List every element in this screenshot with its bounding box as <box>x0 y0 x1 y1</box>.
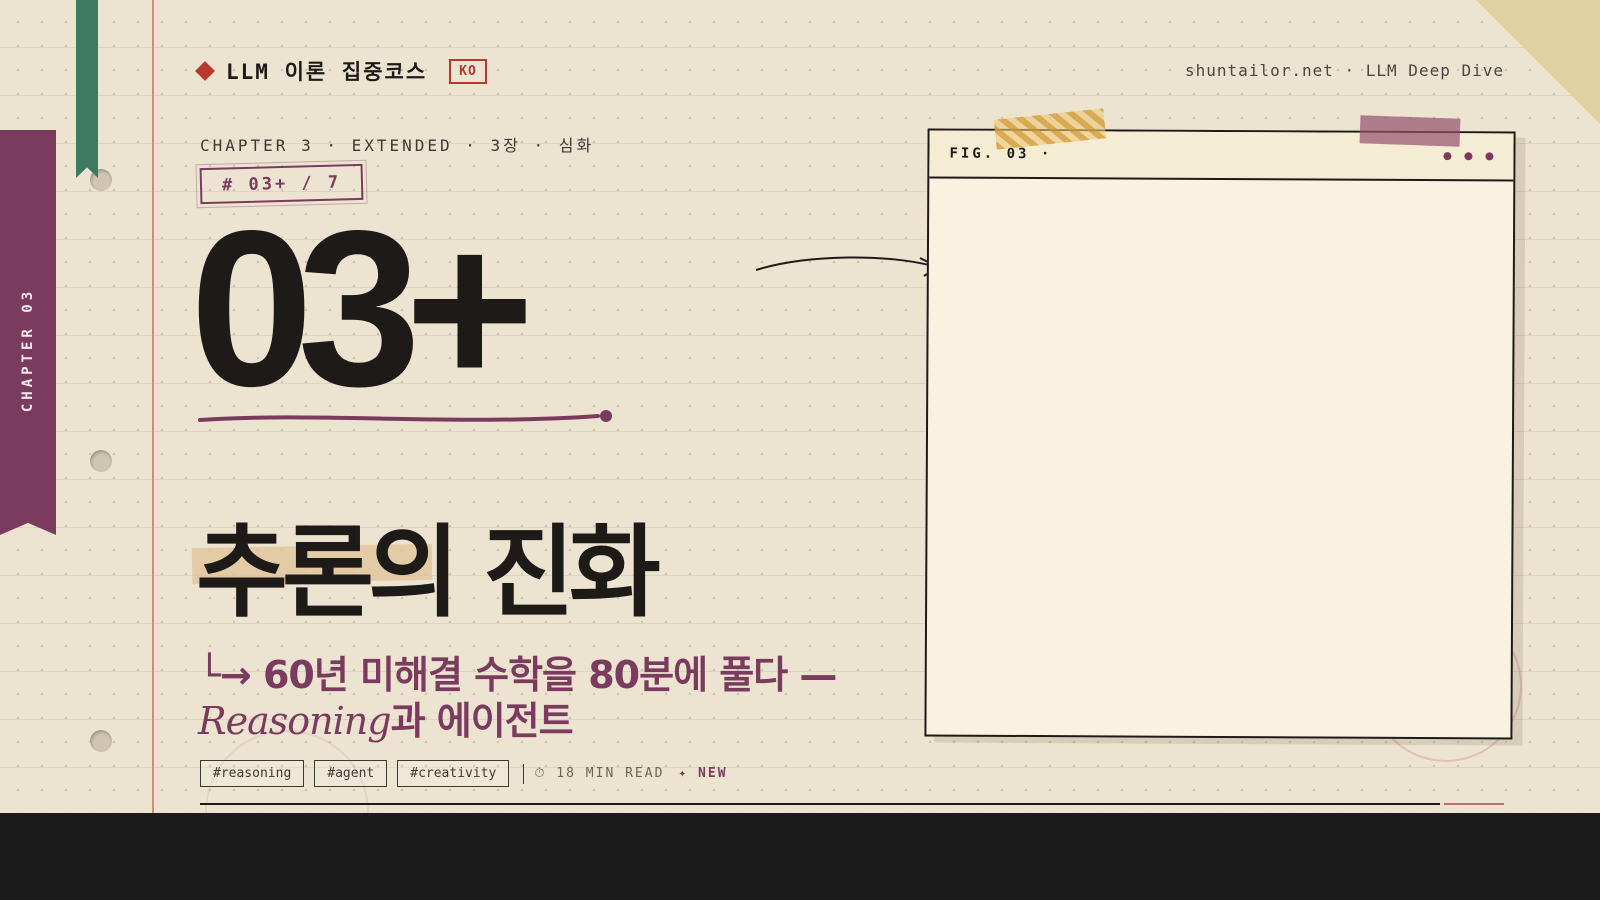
page-title: 추론의 진화 <box>196 514 661 631</box>
punch-hole <box>90 730 112 752</box>
tag-reasoning[interactable]: #reasoning <box>200 760 305 787</box>
diamond-icon <box>195 61 215 81</box>
slide-page: CHAPTER 03 LLM 이론 집중코스 KO shuntailor.net… <box>0 0 1600 813</box>
language-badge[interactable]: KO <box>449 58 487 84</box>
underline-stroke <box>198 410 612 422</box>
progress-line <box>200 803 1440 805</box>
chapter-side-tab[interactable]: CHAPTER 03 <box>0 130 56 535</box>
bottom-bar <box>0 813 1600 900</box>
tag-agent[interactable]: #agent <box>314 760 388 787</box>
subtitle-text: 60년 미해결 수학을 80분에 풀다 — <box>262 653 837 697</box>
site-link[interactable]: shuntailor.net · LLM Deep Dive <box>1185 61 1504 80</box>
dot-icon <box>1443 152 1452 161</box>
margin-line <box>152 0 154 813</box>
chapter-tab-dash <box>26 632 32 634</box>
tag-creativity[interactable]: #creativity <box>397 760 510 787</box>
bookmark-ribbon <box>76 0 98 178</box>
punch-hole <box>90 450 112 472</box>
subtitle: └→ 60년 미해결 수학을 80분에 풀다 — Reasoning과 에이전트 <box>198 652 958 744</box>
subtitle-arrow: └→ <box>198 653 263 697</box>
figure-card: FIG. 03 · <box>924 128 1516 740</box>
dot-icon <box>1485 152 1494 161</box>
course-title: LLM 이론 집중코스 <box>226 60 428 84</box>
progress-tail <box>1444 803 1504 805</box>
washi-tape <box>1359 115 1461 147</box>
chapter-label: CHAPTER 3 · EXTENDED · 3장 · 심화 <box>200 136 595 155</box>
chapter-number: 03+ <box>190 185 535 433</box>
divider <box>523 763 525 784</box>
new-badge: ✦ NEW <box>678 766 728 781</box>
read-time: ⏱ 18 MIN READ <box>534 766 665 781</box>
window-dots[interactable] <box>1430 152 1494 161</box>
dot-icon <box>1464 152 1473 161</box>
subtitle-text-2: 과 에이전트 <box>390 699 574 743</box>
chapter-tab-label: CHAPTER 03 <box>20 287 36 413</box>
subtitle-latin: Reasoning <box>198 699 392 743</box>
brand-header: LLM 이론 집중코스 KO <box>195 56 487 86</box>
tag-list: #reasoning #agent #creativity ⏱ 18 MIN R… <box>200 760 728 787</box>
arrow-icon <box>755 256 941 277</box>
